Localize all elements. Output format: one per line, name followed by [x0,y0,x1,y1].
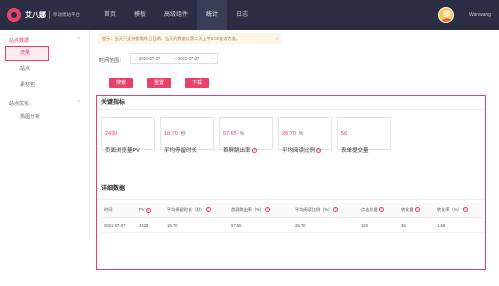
table-cell: 1.56 [437,222,446,228]
kpi-card: 57.65% 首屏跳出率? [219,117,273,154]
kpi-value: 56 [341,131,348,137]
table-header-cell: 点击总量? [361,207,384,213]
download-button[interactable]: 下载 [185,78,209,88]
sidebar-item-traffic[interactable]: 流量 [5,46,49,61]
end-date[interactable]: 2021-07-07 [178,54,209,63]
help-icon[interactable]: ? [462,207,468,213]
kpi-label: 页面浏览量PV [105,148,140,154]
help-icon[interactable]: ? [316,148,322,154]
logo-icon [7,8,21,22]
sidebar-item-heatmap[interactable]: 热图分析 [0,109,89,125]
kpi-unit: % [239,131,245,137]
table-row: 2021-07-07 2439 18.70 57.65 28.70 163 36… [101,218,483,233]
kpi-label: 表单提交量 [341,148,369,154]
main-nav: 首页 模板 高级组件 统计 日志 [95,0,257,30]
brand-logo[interactable]: 艾八娜 移动建站平台 [7,8,87,22]
table-header-cell: 首屏跳出率（%）? [231,207,271,213]
table-header-cell: 转化量? [401,207,420,213]
help-icon[interactable]: ? [145,207,151,213]
brand-name: 艾八娜 [25,12,46,19]
table-cell: 57.65 [231,222,242,228]
sidebar-group-label: 站点数据 [9,38,30,44]
kpi-card: 18.70 秒 平均停留时长 [160,117,214,154]
user-avatar[interactable] [438,7,454,23]
calendar-icon: ▫ [212,56,214,61]
time-range-label: 时间范围： [99,58,125,64]
help-icon[interactable]: ? [251,148,257,154]
notice-banner: 提示：当天只支持查看昨日日期，当天的数据以第二天上午6:00查询为准。 × [98,33,281,44]
calendar-icon: ▫ [134,56,136,61]
detail-panel-title: 详细数据 [97,178,485,200]
search-button[interactable]: 搜索 [109,78,133,88]
brand-divider [49,11,50,19]
chevron-up-icon: ^ [77,100,80,106]
table-cell: 163 [361,222,368,228]
table-header-cell: 时间 [104,207,113,212]
sidebar-item-site[interactable]: 站点 [0,61,89,77]
user-name[interactable]: Wanwang [469,12,491,18]
notice-text: 提示：当天只支持查看昨日日期，当天的数据以第二天上午6:00查询为准。 [102,36,240,41]
kpi-list: 2439 页面浏览量PV 18.70 秒 平均停留时长 57.65% 首屏跳出率?… [97,110,485,154]
kpi-card: 28.70% 平均阅读比例? [278,117,332,154]
nav-advanced-components[interactable]: 高级组件 [155,0,197,30]
table-cell: 2021-07-07 [104,222,126,228]
kpi-card: 2439 页面浏览量PV [101,117,155,154]
detail-table: 时间 PV? 平均停留时长（秒）? 首屏跳出率（%）? 平均阅读比例（%）? 点… [101,203,483,233]
kpi-panel-title: 关键指标 [97,96,485,110]
nav-home[interactable]: 首页 [95,0,125,30]
kpi-value: 2439 [105,131,118,137]
table-header-row: 时间 PV? 平均停留时长（秒）? 首屏跳出率（%）? 平均阅读比例（%）? 点… [101,203,483,218]
table-cell: 28.70 [295,222,306,228]
table-header-cell: 转化率（%）? [437,207,468,213]
close-icon[interactable]: × [276,33,278,44]
table-cell: 2439 [139,222,149,228]
table-header-cell: PV? [139,207,151,213]
main-content: 提示：当天只支持查看昨日日期，当天的数据以第二天上午6:00查询为准。 × 时间… [90,30,499,270]
kpi-label: 平均停留时长 [164,148,198,154]
kpi-label: 平均阅读比例 [282,148,316,154]
help-icon[interactable]: ? [265,207,271,213]
kpi-label: 首屏跳出率 [223,148,251,154]
nav-logs[interactable]: 日志 [227,0,257,30]
kpi-value: 57.65 [223,131,237,137]
sidebar-group-site-data[interactable]: 站点数据 ^ [0,30,89,46]
detail-panel: 详细数据 时间 PV? 平均停留时长（秒）? 首屏跳出率（%）? 平均阅读比例（… [96,178,486,270]
kpi-value: 18.70 [164,131,178,137]
brand-subtitle: 移动建站平台 [53,12,80,17]
start-date[interactable]: 2021-07-07 [139,54,170,63]
help-icon[interactable]: ? [205,207,211,213]
sidebar-group-site-optimize[interactable]: 站点优化 ^ [0,93,89,109]
nav-templates[interactable]: 模板 [125,0,155,30]
help-icon[interactable]: ? [333,207,339,213]
table-cell: 36 [401,222,406,228]
chevron-up-icon: ^ [77,37,80,43]
sidebar-item-material[interactable]: 素材包 [0,77,89,93]
kpi-value: 28.70 [282,131,296,137]
sidebar-group-label: 站点优化 [9,101,30,107]
help-icon[interactable]: ? [414,207,420,213]
sidebar: 站点数据 ^ 流量 站点 素材包 站点优化 ^ 热图分析 [0,30,90,240]
app-root: 艾八娜 移动建站平台 首页 模板 高级组件 统计 日志 Wanwang 站点数据… [0,0,499,286]
kpi-unit: % [298,131,304,137]
kpi-panel: 关键指标 2439 页面浏览量PV 18.70 秒 平均停留时长 57.65% 首… [96,95,486,182]
table-header-cell: 平均停留时长（秒）? [167,207,211,213]
nav-statistics[interactable]: 统计 [197,0,228,30]
kpi-unit: 秒 [180,131,186,137]
table-header-cell: 平均阅读比例（%）? [295,207,339,213]
kpi-card: 56 表单提交量 [337,117,391,154]
top-navbar: 艾八娜 移动建站平台 首页 模板 高级组件 统计 日志 Wanwang [0,0,499,30]
table-cell: 18.70 [167,222,178,228]
date-range-picker[interactable]: ▫ 2021-07-07 — 2021-07-07 ▫ [130,53,218,64]
help-icon[interactable]: ? [378,207,384,213]
reset-button[interactable]: 重置 [147,78,171,88]
range-separator: — [171,56,177,61]
